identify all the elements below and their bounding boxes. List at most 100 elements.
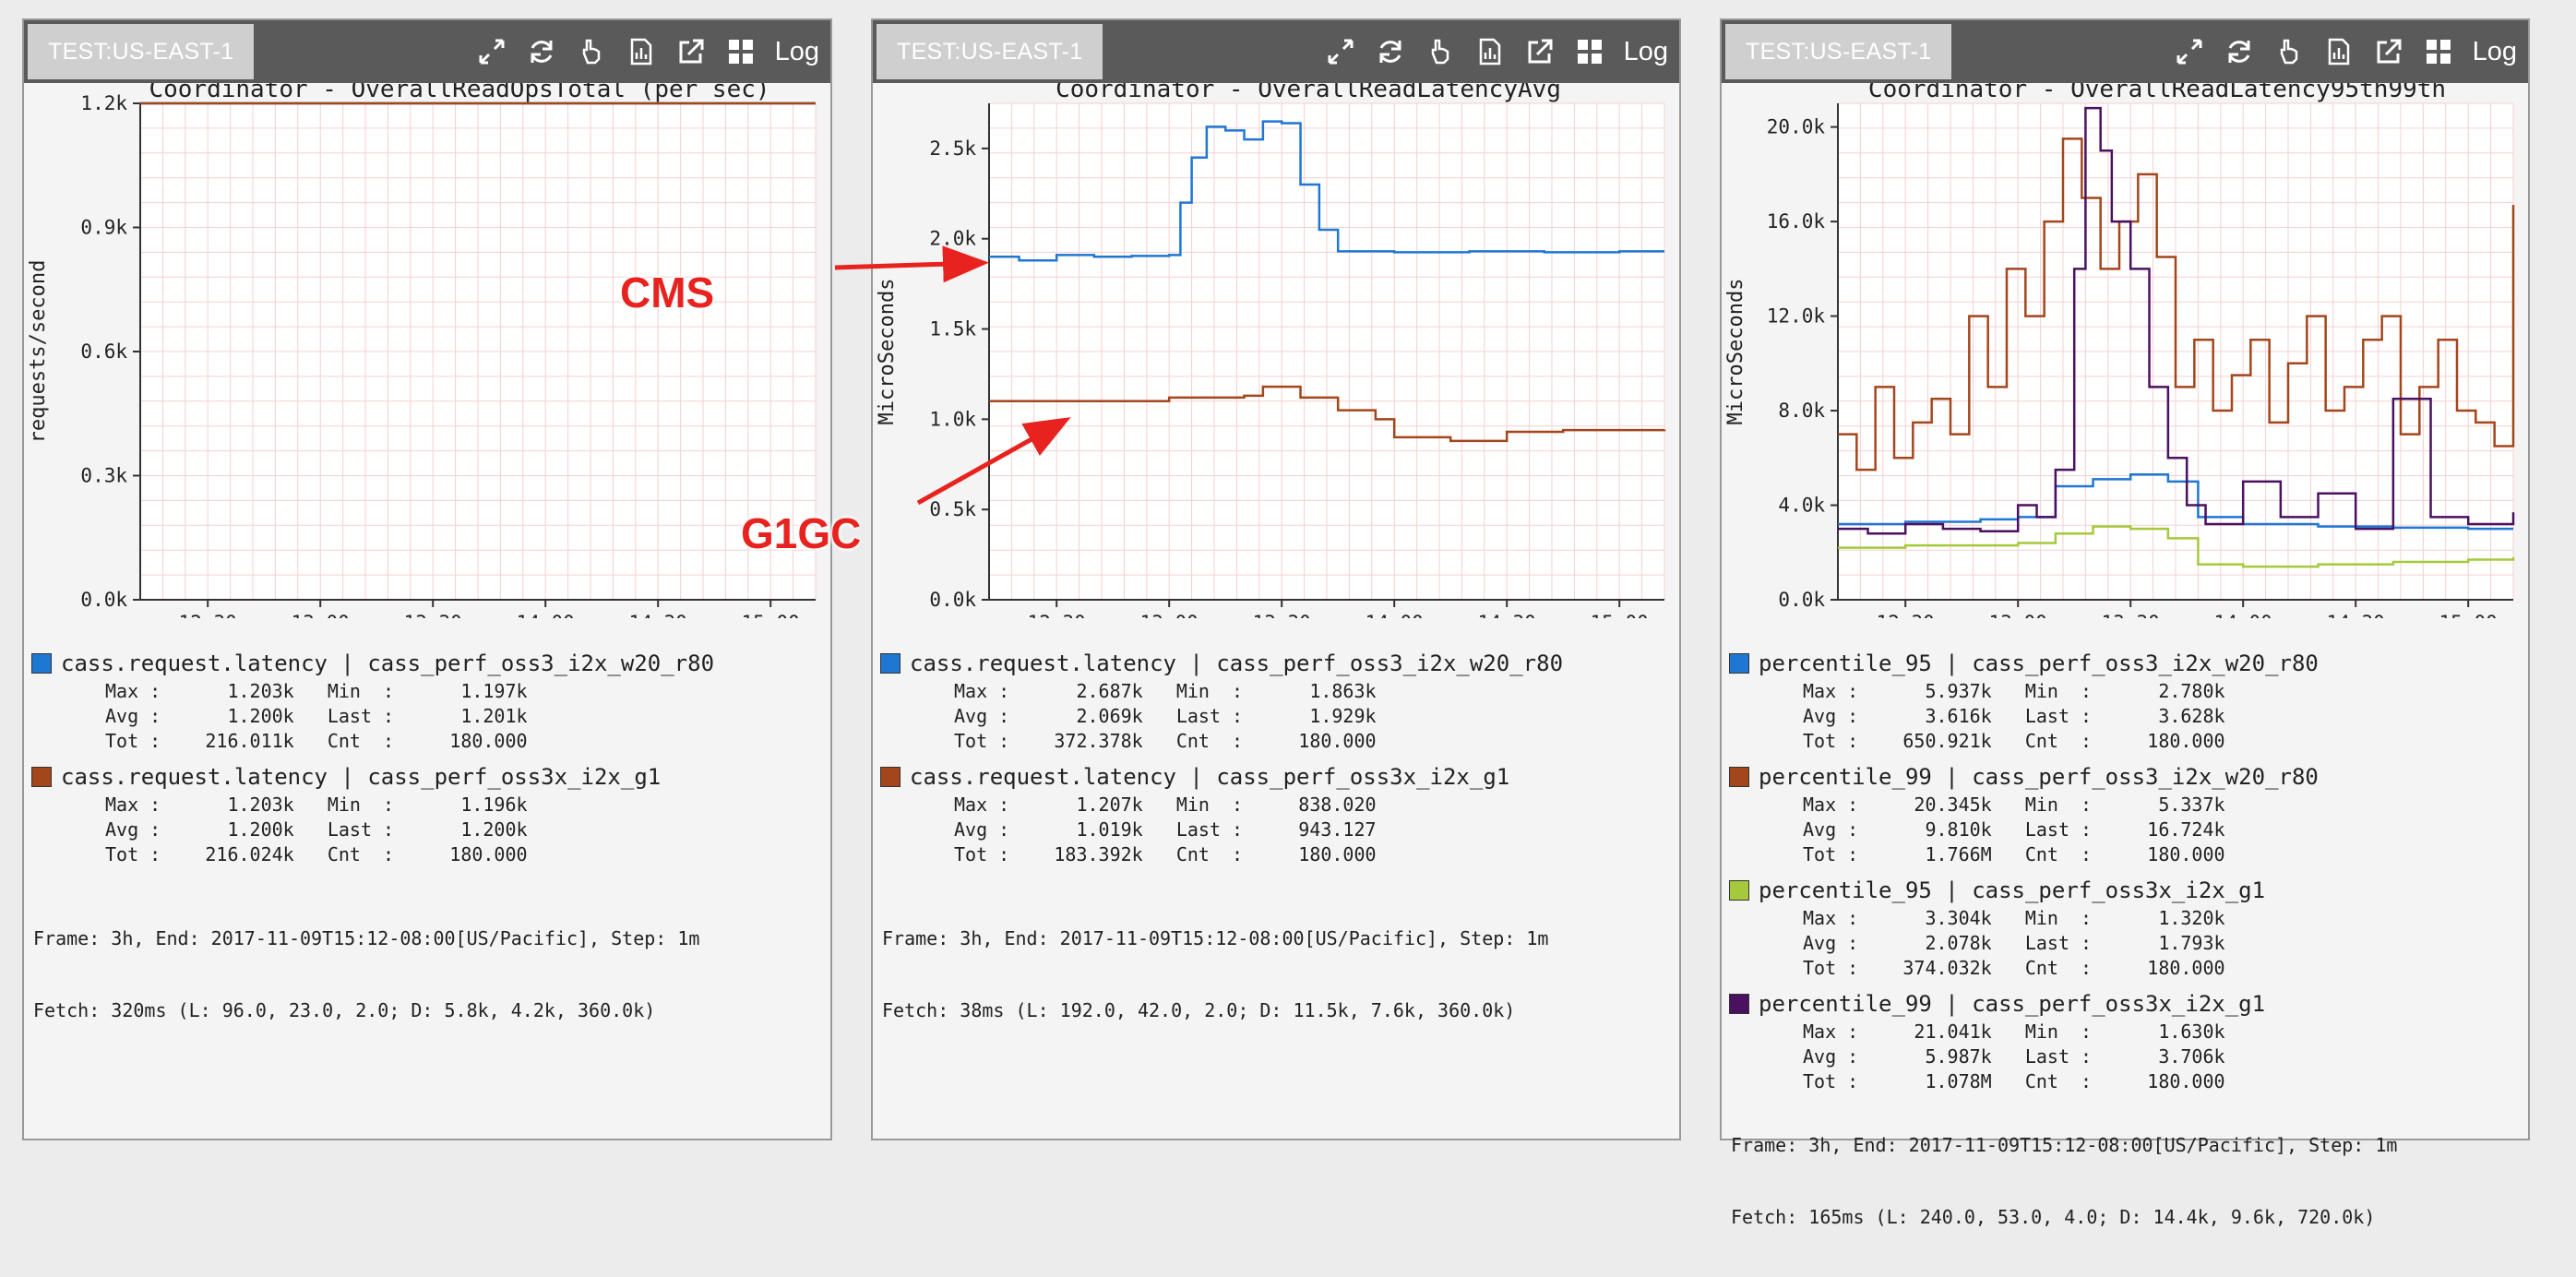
panel-toolbar: Log	[2174, 20, 2517, 83]
legend: cass.request.latency | cass_perf_oss3_i2…	[880, 648, 1563, 875]
x-tick-label: 12:30	[1028, 612, 1086, 618]
x-tick-label: 15:00	[742, 612, 800, 618]
x-tick-label: 14:00	[517, 612, 575, 618]
log-scale-toggle[interactable]: Log	[2473, 37, 2517, 67]
g1gc-annotation: G1GC	[741, 509, 862, 557]
region-tab[interactable]: TEST:US-EAST-1	[28, 24, 255, 79]
chart-ops-total[interactable]: Coordinator - OverallReadOpsTotal (per s…	[24, 83, 830, 618]
graph-panel-2: TEST:US-EAST-1 Log Coordinator - Overall…	[871, 18, 1681, 1140]
log-scale-toggle[interactable]: Log	[775, 37, 819, 67]
refresh-icon[interactable]	[1375, 36, 1406, 67]
x-tick-label: 13:00	[1989, 612, 2047, 618]
y-tick-label: 0.9k	[80, 217, 127, 239]
y-tick-label: 1.5k	[929, 318, 976, 340]
legend-stats: Max : 20.345k Min : 5.337k	[1803, 794, 2225, 816]
y-tick-label: 0.3k	[80, 465, 127, 487]
panel-header: TEST:US-EAST-1 Log	[24, 20, 830, 83]
legend-entry[interactable]: percentile_99 | cass_perf_oss3_i2x_w20_r…	[1729, 761, 2319, 867]
y-tick-label: 0.5k	[929, 498, 976, 520]
legend: percentile_95 | cass_perf_oss3_i2x_w20_r…	[1729, 648, 2319, 1102]
x-tick-label: 15:00	[1591, 612, 1649, 618]
legend-swatch	[1729, 767, 1749, 787]
legend-stats: Tot : 1.766M Cnt : 180.000	[1803, 843, 2225, 865]
legend-stats: Avg : 1.200k Last : 1.200k	[105, 818, 528, 841]
external-link-icon[interactable]	[1524, 36, 1556, 67]
legend-stats: Tot : 372.378k Cnt : 180.000	[954, 730, 1377, 752]
chart-doc-icon[interactable]	[1474, 36, 1506, 67]
y-tick-label: 4.0k	[1778, 495, 1825, 517]
legend-stats: Tot : 216.011k Cnt : 180.000	[105, 730, 528, 752]
y-tick-label: 1.2k	[80, 92, 127, 114]
legend-entry[interactable]: percentile_95 | cass_perf_oss3x_i2x_g1 Ma…	[1729, 875, 2319, 981]
legend-entry[interactable]: percentile_95 | cass_perf_oss3_i2x_w20_r…	[1729, 648, 2319, 754]
panel-toolbar: Log	[476, 20, 819, 83]
y-tick-label: 2.0k	[929, 228, 976, 250]
x-tick-label: 14:30	[1478, 612, 1536, 618]
external-link-icon[interactable]	[675, 36, 707, 67]
legend-label: cass.request.latency | cass_perf_oss3_i2…	[910, 650, 1564, 676]
legend-stats: Max : 2.687k Min : 1.863k	[954, 680, 1377, 702]
frame-info: Frame: 3h, End: 2017-11-09T15:12-08:00[U…	[1731, 1134, 2398, 1156]
legend-entry[interactable]: cass.request.latency | cass_perf_oss3x_i…	[31, 761, 714, 867]
pointer-icon[interactable]	[2273, 36, 2305, 67]
refresh-icon[interactable]	[526, 36, 557, 67]
legend-stats: Avg : 2.069k Last : 1.929k	[954, 705, 1377, 727]
frame-info: Frame: 3h, End: 2017-11-09T15:12-08:00[U…	[882, 927, 1549, 949]
fetch-info: Fetch: 165ms (L: 240.0, 53.0, 4.0; D: 14…	[1731, 1206, 2376, 1228]
legend-stats: Avg : 1.200k Last : 1.201k	[105, 705, 528, 727]
external-link-icon[interactable]	[2373, 36, 2404, 67]
grid-icon[interactable]	[725, 36, 757, 67]
grid	[988, 102, 1665, 601]
chart-title: Coordinator - OverallReadOpsTotal (per s…	[149, 83, 769, 103]
y-axis-label: MicroSeconds	[876, 279, 899, 425]
legend-label: percentile_99 | cass_perf_oss3x_i2x_g1	[1759, 991, 2266, 1017]
x-tick-label: 15:00	[2439, 612, 2498, 618]
pointer-icon[interactable]	[576, 36, 607, 67]
panel-footer: Frame: 3h, End: 2017-11-09T15:12-08:00[U…	[1731, 1085, 2397, 1277]
legend-entry[interactable]: cass.request.latency | cass_perf_oss3x_i…	[880, 761, 1563, 867]
x-tick-label: 14:00	[1366, 612, 1424, 618]
legend-stats: Max : 1.207k Min : 838.020	[954, 794, 1377, 816]
x-tick-label: 13:30	[1253, 612, 1311, 618]
legend-stats: Max : 5.937k Min : 2.780k	[1803, 680, 2225, 702]
refresh-icon[interactable]	[2224, 36, 2255, 67]
graph-panel-1: TEST:US-EAST-1 Log Coordinator - Overall…	[22, 18, 832, 1140]
grid-icon[interactable]	[1574, 36, 1605, 67]
x-tick-label: 13:30	[2102, 612, 2160, 618]
expand-icon[interactable]	[2174, 36, 2205, 67]
x-tick-label: 12:30	[179, 612, 237, 618]
x-tick-label: 13:00	[1140, 612, 1199, 618]
chart-doc-icon[interactable]	[626, 36, 657, 67]
chart-latency-percentiles[interactable]: Coordinator - OverallReadLatency95th99th…	[1722, 83, 2528, 618]
y-tick-label: 1.0k	[929, 408, 976, 430]
x-tick-label: 12:30	[1877, 612, 1935, 618]
y-tick-label: 20.0k	[1767, 116, 1826, 138]
legend-label: cass.request.latency | cass_perf_oss3x_i…	[910, 764, 1510, 790]
pointer-icon[interactable]	[1425, 36, 1456, 67]
y-tick-label: 0.0k	[80, 589, 127, 611]
fetch-info: Fetch: 320ms (L: 96.0, 23.0, 2.0; D: 5.8…	[33, 999, 656, 1021]
legend-entry[interactable]: percentile_99 | cass_perf_oss3x_i2x_g1 Ma…	[1729, 988, 2319, 1094]
legend-entry[interactable]: cass.request.latency | cass_perf_oss3_i2…	[880, 648, 1563, 754]
legend-entry[interactable]: cass.request.latency | cass_perf_oss3_i2…	[31, 648, 714, 754]
expand-icon[interactable]	[1325, 36, 1356, 67]
cms-annotation: CMS	[620, 269, 715, 316]
y-axis-label: MicroSeconds	[1724, 279, 1747, 425]
fetch-info: Fetch: 38ms (L: 192.0, 42.0, 2.0; D: 11.…	[882, 999, 1516, 1021]
panel-toolbar: Log	[1325, 20, 1668, 83]
graph-panel-3: TEST:US-EAST-1 Log Coordinator - Overall…	[1720, 18, 2530, 1228]
legend-stats: Tot : 216.024k Cnt : 180.000	[105, 843, 528, 865]
grid-icon[interactable]	[2423, 36, 2454, 67]
chart-latency-avg[interactable]: Coordinator - OverallReadLatencyAvg Micro…	[873, 83, 1679, 618]
region-tab[interactable]: TEST:US-EAST-1	[877, 24, 1103, 79]
legend-swatch	[1729, 653, 1749, 674]
expand-icon[interactable]	[476, 36, 507, 67]
chart-doc-icon[interactable]	[2323, 36, 2355, 67]
log-scale-toggle[interactable]: Log	[1624, 37, 1668, 67]
y-tick-label: 16.0k	[1767, 210, 1826, 233]
x-tick-label: 14:30	[2327, 612, 2385, 618]
panel-footer: Frame: 3h, End: 2017-11-09T15:12-08:00[U…	[33, 878, 699, 1070]
panel-footer: Frame: 3h, End: 2017-11-09T15:12-08:00[U…	[882, 878, 1548, 1070]
region-tab[interactable]: TEST:US-EAST-1	[1725, 24, 1952, 79]
legend-swatch	[880, 767, 900, 787]
